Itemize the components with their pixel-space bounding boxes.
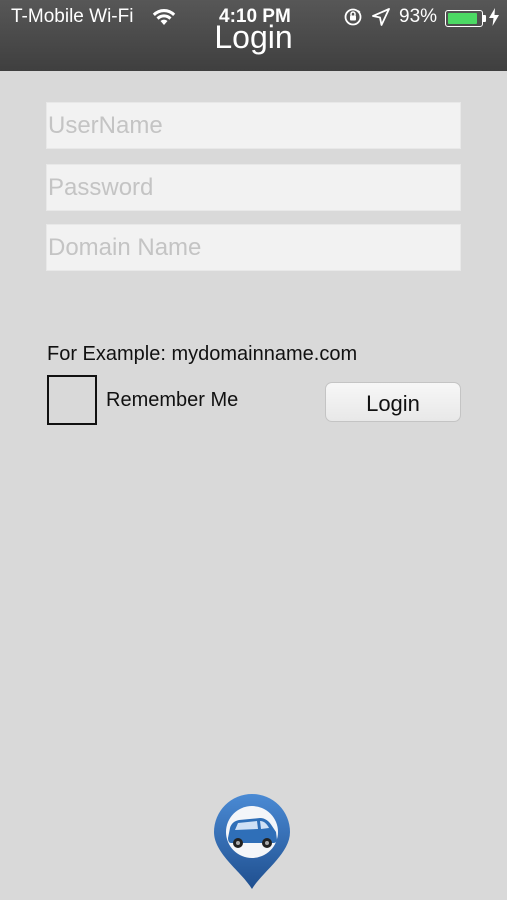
remember-me-checkbox[interactable] xyxy=(47,375,97,425)
domain-name-input[interactable] xyxy=(46,224,461,271)
navigation-bar: T-Mobile Wi-Fi 4:10 PM 93% Login xyxy=(0,0,507,71)
login-button[interactable]: Login xyxy=(325,382,461,422)
car-location-pin-logo xyxy=(212,794,292,890)
domain-example-hint: For Example: mydomainname.com xyxy=(47,343,358,365)
username-input[interactable] xyxy=(46,102,461,149)
login-screen: T-Mobile Wi-Fi 4:10 PM 93% Login UserNam… xyxy=(0,0,507,900)
password-input[interactable] xyxy=(46,164,461,211)
remember-me-label[interactable]: Remember Me xyxy=(106,389,238,412)
page-title: Login xyxy=(214,19,293,55)
